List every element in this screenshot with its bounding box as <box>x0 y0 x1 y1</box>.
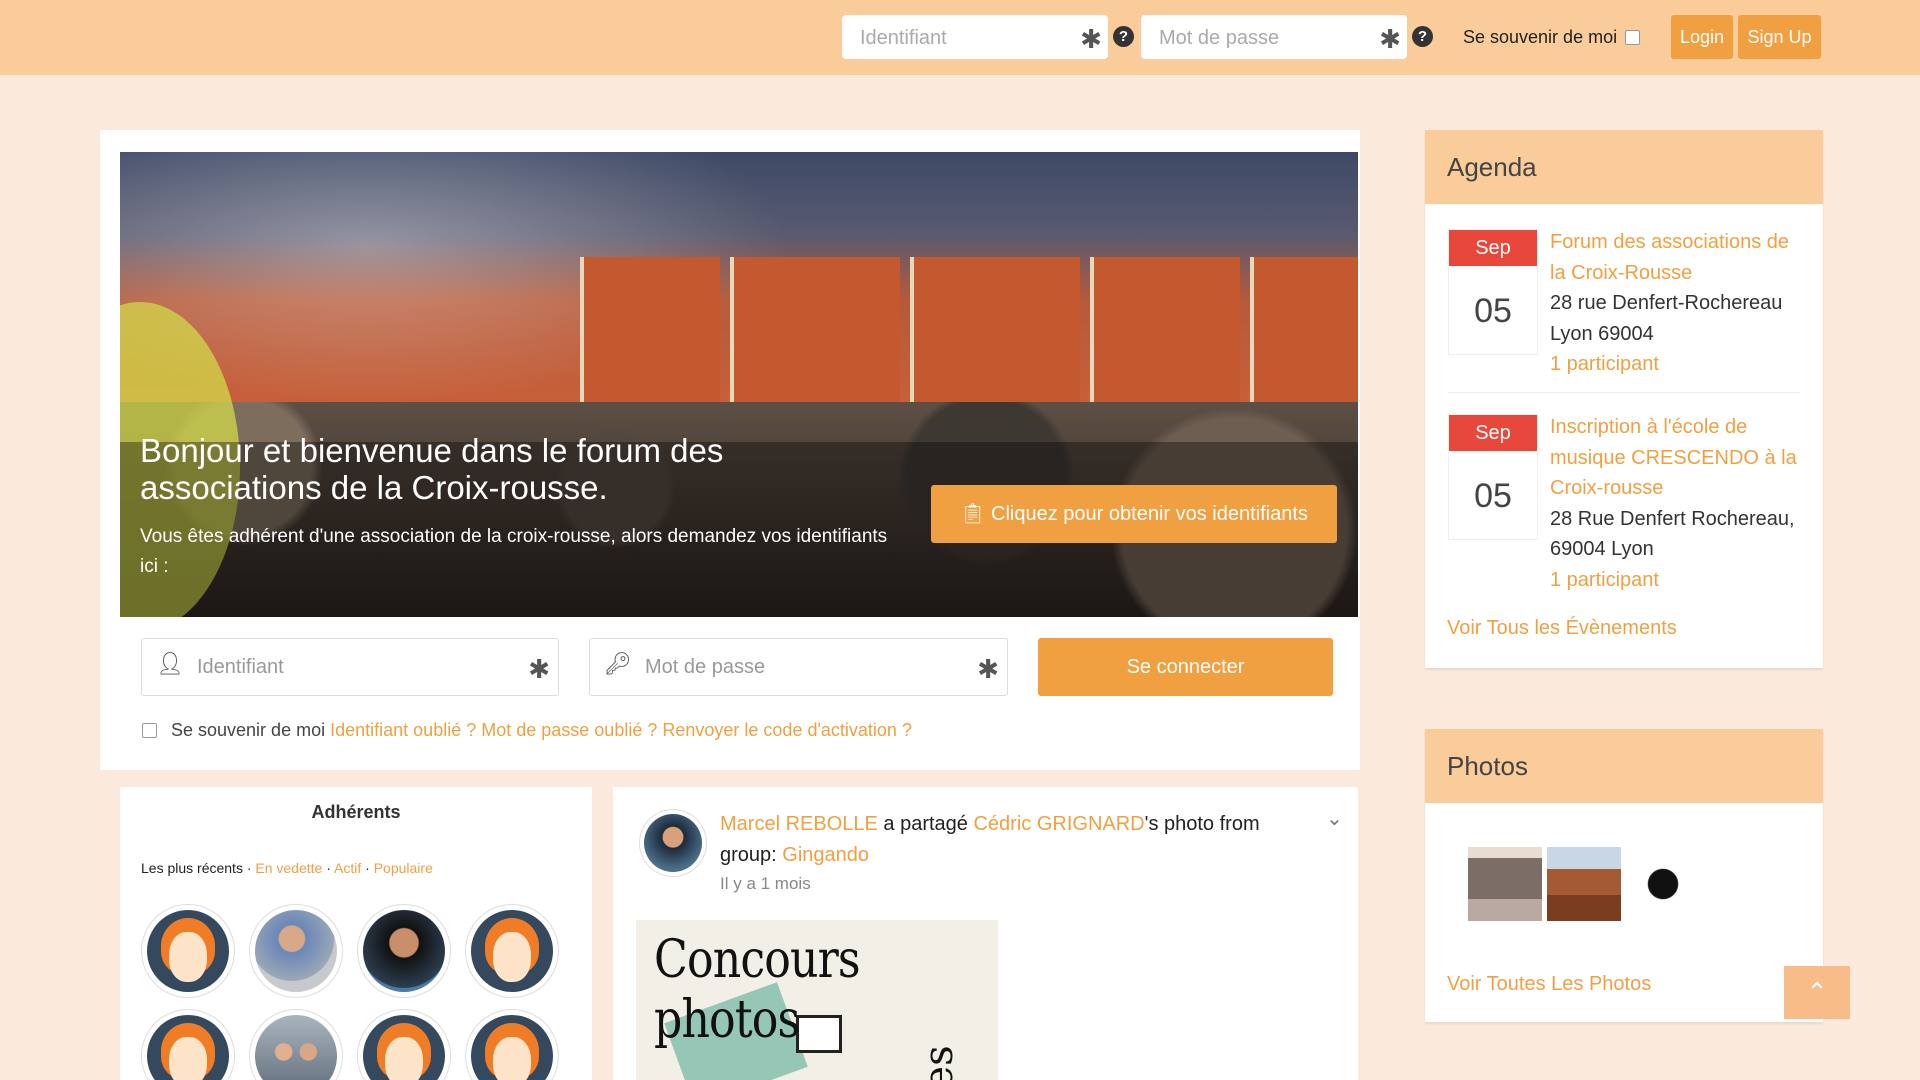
photo-handwritten-side-text: ces ! <box>916 1045 962 1080</box>
asterisk-icon: ✱ <box>1379 24 1401 54</box>
event-info: Forum des associations de la Croix-Rouss… <box>1550 227 1800 380</box>
member-avatar[interactable] <box>250 1010 342 1080</box>
username-input[interactable]: 👤︎ Identifiant ✱ <box>141 638 559 696</box>
remember-row: Se souvenir de moi Identifiant oublié ? … <box>142 720 912 741</box>
event-title-link[interactable]: Inscription à l'école de musique CRESCEN… <box>1550 416 1797 499</box>
tab-recent[interactable]: Les plus récents <box>141 860 243 876</box>
activity-target-link[interactable]: Cédric GRIGNARD <box>973 813 1144 835</box>
member-photo <box>255 1015 337 1080</box>
forgot-username-link[interactable]: Identifiant oublié ? <box>330 720 476 740</box>
event-month: Sep <box>1449 230 1537 266</box>
user-icon: 👤︎ <box>156 651 184 676</box>
topbar-remember-checkbox[interactable] <box>1625 30 1640 45</box>
key-icon: 🔑︎ <box>604 651 632 676</box>
event-day: 05 <box>1474 292 1512 330</box>
member-avatar[interactable] <box>142 905 234 997</box>
tab-separator: · <box>326 860 331 876</box>
default-avatar-icon <box>147 910 229 992</box>
top-bar: Identifiant ✱ ? Mot de passe ✱ ? Se souv… <box>0 0 1920 75</box>
photos-title: Photos <box>1425 729 1823 803</box>
member-photo <box>363 910 445 992</box>
password-placeholder: Mot de passe <box>645 656 766 678</box>
default-avatar-icon <box>471 1015 553 1080</box>
topbar-password-placeholder: Mot de passe <box>1159 27 1280 49</box>
hero-title: Bonjour et bienvenue dans le forum des a… <box>140 432 724 506</box>
event-participants-link[interactable]: 1 participant <box>1550 353 1659 375</box>
photo-thumbnail[interactable] <box>1626 847 1700 921</box>
tab-active[interactable]: Actif <box>334 860 361 876</box>
member-avatar[interactable] <box>466 1010 558 1080</box>
agenda-title: Agenda <box>1425 130 1823 204</box>
connect-button[interactable]: Se connecter <box>1038 638 1333 696</box>
activity-author-avatar[interactable] <box>640 810 706 876</box>
event-participants-link[interactable]: 1 participant <box>1550 569 1659 591</box>
event-date-badge: Sep 05 <box>1448 414 1538 540</box>
activity-group-link[interactable]: Gingando <box>782 844 869 866</box>
remember-label: Se souvenir de moi <box>171 720 326 740</box>
photo-handwritten-title: Concours photos <box>654 930 861 1050</box>
activity-text: Marcel REBOLLE a partagé Cédric GRIGNARD… <box>720 809 1320 871</box>
asterisk-icon: ✱ <box>977 654 999 684</box>
event-day: 05 <box>1474 477 1512 515</box>
members-tabs: Les plus récents · En vedette · Actif · … <box>141 860 433 876</box>
remember-checkbox[interactable] <box>142 723 157 738</box>
asterisk-icon: ✱ <box>528 654 550 684</box>
agenda-widget: Agenda Sep 05 Forum des associations de … <box>1425 130 1823 668</box>
chevron-down-icon[interactable]: ⌄ <box>1326 806 1343 831</box>
tab-separator: · <box>365 860 370 876</box>
default-avatar-icon <box>363 1015 445 1080</box>
forgot-password-link[interactable]: Mot de passe oublié ? <box>481 720 657 740</box>
member-avatar[interactable] <box>466 905 558 997</box>
activity-verb: a partagé <box>883 813 968 835</box>
login-button[interactable]: Login <box>1671 15 1733 59</box>
event-info: Inscription à l'école de musique CRESCEN… <box>1550 412 1800 595</box>
event-address: 28 Rue Denfert Rochereau, 69004 Lyon <box>1550 507 1795 561</box>
topbar-username-placeholder: Identifiant <box>860 27 947 49</box>
chevron-up-icon[interactable]: ⌃ <box>1784 966 1850 1019</box>
activity-shared-photo[interactable]: Concours photos ces ! <box>636 920 998 1080</box>
username-placeholder: Identifiant <box>197 656 284 678</box>
activity-time: Il y a 1 mois <box>720 874 811 893</box>
default-avatar-icon <box>147 1015 229 1080</box>
tab-popular[interactable]: Populaire <box>374 860 433 876</box>
topbar-password-input[interactable]: Mot de passe ✱ <box>1141 15 1407 59</box>
question-circle-icon[interactable]: ? <box>1412 26 1433 47</box>
member-avatar[interactable] <box>250 905 342 997</box>
tab-featured[interactable]: En vedette <box>255 860 322 876</box>
event-date-badge: Sep 05 <box>1448 229 1538 355</box>
topbar-remember-label: Se souvenir de moi <box>1463 27 1618 47</box>
resend-activation-link[interactable]: Renvoyer le code d'activation ? <box>662 720 912 740</box>
get-credentials-button[interactable]: 📋︎ Cliquez pour obtenir vos identifiants <box>931 485 1337 543</box>
member-avatar[interactable] <box>142 1010 234 1080</box>
clipboard-check-icon: 📋︎ <box>960 503 986 525</box>
photo-thumbnail[interactable] <box>1468 847 1542 921</box>
see-all-photos-link[interactable]: Voir Toutes Les Photos <box>1447 973 1651 996</box>
asterisk-icon: ✱ <box>1080 24 1102 54</box>
members-title: Adhérents <box>311 802 401 822</box>
question-circle-icon[interactable]: ? <box>1113 26 1134 47</box>
event-address: 28 rue Denfert-Rochereau Lyon 69004 <box>1550 292 1783 345</box>
get-credentials-label: Cliquez pour obtenir vos identifiants <box>991 503 1308 525</box>
hero-subtitle: Vous êtes adhérent d'une association de … <box>140 526 888 577</box>
topbar-username-input[interactable]: Identifiant ✱ <box>842 15 1108 59</box>
photos-widget: Photos Voir Toutes Les Photos <box>1425 729 1823 1022</box>
event-month: Sep <box>1449 415 1537 451</box>
member-photo <box>255 910 337 992</box>
photo-thumbnail[interactable] <box>1547 847 1621 921</box>
activity-actor-link[interactable]: Marcel REBOLLE <box>720 813 878 835</box>
event-divider <box>1448 392 1800 393</box>
signup-button[interactable]: Sign Up <box>1738 15 1821 59</box>
member-avatar[interactable] <box>358 905 450 997</box>
default-avatar-icon <box>471 910 553 992</box>
tab-separator: · <box>246 860 252 876</box>
member-avatar[interactable] <box>358 1010 450 1080</box>
members-panel: Adhérents Les plus récents · En vedette … <box>120 787 592 1080</box>
password-input[interactable]: 🔑︎ Mot de passe ✱ <box>589 638 1008 696</box>
see-all-events-link[interactable]: Voir Tous les Évènements <box>1447 617 1677 640</box>
event-title-link[interactable]: Forum des associations de la Croix-Rouss… <box>1550 231 1789 284</box>
